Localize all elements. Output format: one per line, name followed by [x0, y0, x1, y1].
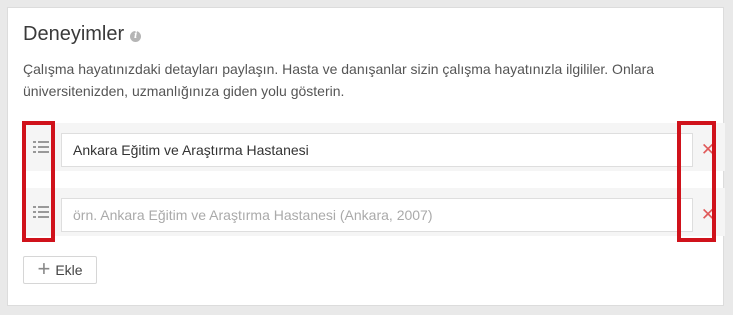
- section-description: Çalışma hayatınızdaki detayları paylaşın…: [23, 61, 655, 99]
- experience-input[interactable]: [61, 133, 693, 167]
- experience-input[interactable]: [61, 198, 693, 232]
- section-header: Deneyimler i: [23, 23, 142, 46]
- experience-row: ✕: [23, 123, 725, 171]
- add-button[interactable]: + Ekle: [23, 256, 97, 284]
- add-button-label: Ekle: [55, 262, 83, 278]
- section-title: Deneyimler: [23, 23, 125, 45]
- experience-row: ✕: [23, 188, 725, 236]
- plus-icon: +: [37, 256, 51, 281]
- highlight-remove-buttons: [677, 121, 716, 242]
- experiences-card: Deneyimler i Çalışma hayatınızdaki detay…: [7, 7, 725, 306]
- info-icon[interactable]: i: [130, 30, 142, 42]
- highlight-drag-handles: [22, 121, 55, 242]
